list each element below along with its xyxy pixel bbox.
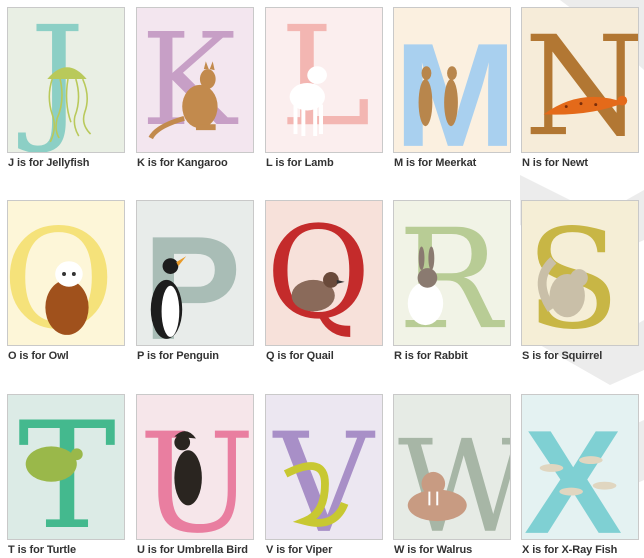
card-caption[interactable]: P is for Penguin [137, 350, 219, 362]
card-caption[interactable]: Q is for Quail [266, 350, 334, 362]
card-art[interactable]: N [521, 7, 639, 153]
card-art[interactable]: O [7, 200, 125, 346]
card-caption[interactable]: O is for Owl [8, 350, 69, 362]
letter-glyph: Q [266, 201, 371, 345]
card-caption[interactable]: R is for Rabbit [394, 350, 468, 362]
card-art[interactable]: K [136, 7, 254, 153]
card-caption[interactable]: J is for Jellyfish [8, 157, 89, 169]
letter-glyph: R [398, 201, 505, 345]
letter-glyph: W [398, 413, 510, 539]
card-caption[interactable]: T is for Turtle [8, 544, 76, 556]
card-art[interactable]: Q [265, 200, 383, 346]
card-caption[interactable]: X is for X-Ray Fish [522, 544, 617, 556]
card-caption[interactable]: N is for Newt [522, 157, 588, 169]
card-art[interactable]: U [136, 394, 254, 540]
card-caption[interactable]: S is for Squirrel [522, 350, 602, 362]
card-art[interactable]: T [7, 394, 125, 540]
card-art[interactable]: P [136, 200, 254, 346]
letter-glyph: X [524, 401, 622, 539]
card-art[interactable]: L [265, 7, 383, 153]
letter-glyph: N [524, 8, 638, 152]
card-art[interactable]: W [393, 394, 511, 540]
card-art[interactable]: J [7, 7, 125, 153]
card-art[interactable]: M [393, 7, 511, 153]
letter-glyph: L [280, 8, 371, 152]
card-caption[interactable]: V is for Viper [266, 544, 332, 556]
card-caption[interactable]: L is for Lamb [266, 157, 334, 169]
card-caption[interactable]: U is for Umbrella Bird [137, 544, 248, 556]
card-art[interactable]: S [521, 200, 639, 346]
card-art[interactable]: V [265, 394, 383, 540]
card-art[interactable]: X [521, 394, 639, 540]
card-caption[interactable]: M is for Meerkat [394, 157, 476, 169]
card-art[interactable]: R [393, 200, 511, 346]
card-caption[interactable]: K is for Kangaroo [137, 157, 228, 169]
card-caption[interactable]: W is for Walrus [394, 544, 472, 556]
